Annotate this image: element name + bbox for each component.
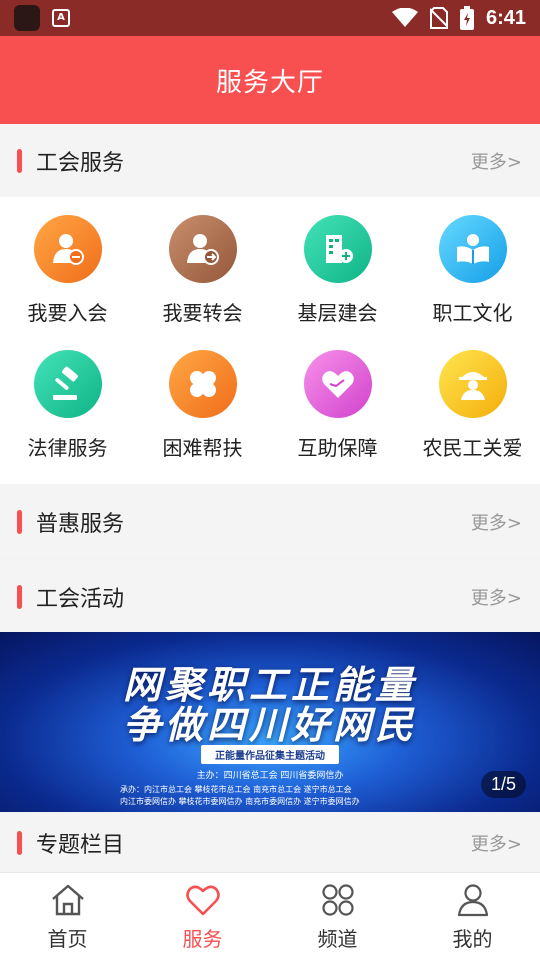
activity-banner[interactable]: 网聚职工正能量 争做四川好网民 正能量作品征集主题活动 主办：四川省总工会 四川… [0,632,540,812]
banner-organizers-2: 内江市委网信办 攀枝花市委网信办 南充市委网信办 遂宁市委网信办 [120,797,360,806]
service-mutual-aid[interactable]: 互助保障 [270,350,405,461]
banner-subtitle: 正能量作品征集主题活动 [0,744,540,764]
wifi-icon [391,8,418,27]
service-label: 我要入会 [27,301,108,325]
section-accent-bar [17,585,22,609]
service-grid: 我要入会 我要转会 基层建会 职工文化 法律服务 困难帮扶 互助保障 农民工关爱 [0,197,540,484]
building-add-icon [303,215,372,283]
banner-host: 主办：四川省总工会 四川省委网信办 [196,771,344,781]
more-link[interactable]: 更多> [471,509,522,535]
banner-headline-2: 争做四川好网民 [122,702,417,747]
service-hardship-aid[interactable]: 困难帮扶 [135,350,270,461]
service-migrant-care[interactable]: 农民工关爱 [405,350,540,461]
more-link[interactable]: 更多> [471,148,522,174]
section-header-benefit-service: 普惠服务 更多> [0,485,540,559]
member-badge-icon [33,215,102,283]
notification-app-icon [14,5,40,31]
section-header-union-service: 工会服务 更多> [0,124,540,198]
service-worker-culture[interactable]: 职工文化 [405,215,540,326]
service-label: 困难帮扶 [162,436,243,460]
bottom-tab-bar: 首页 服务 频道 我的 [0,872,540,960]
service-transfer-union[interactable]: 我要转会 [135,215,270,326]
page-title: 服务大厅 [215,67,324,98]
tab-label: 我的 [452,927,493,951]
service-label: 我要转会 [162,301,243,325]
section-title: 工会活动 [36,587,125,612]
more-link[interactable]: 更多> [471,584,522,610]
section-title: 普惠服务 [36,512,125,537]
banner-page-indicator: 1/5 [480,771,526,798]
section-header-union-activity: 工会活动 更多> [0,560,540,634]
clock: 6:41 [485,6,526,29]
service-label: 农民工关爱 [422,436,523,460]
member-transfer-icon [168,215,237,283]
section-title: 工会服务 [36,151,125,176]
section-accent-bar [17,149,22,173]
text-badge-icon: A [52,9,70,27]
user-icon [457,884,488,917]
home-icon [51,884,84,916]
battery-icon [459,6,474,30]
service-legal[interactable]: 法律服务 [0,350,135,461]
app-header: 服务大厅 [0,36,540,124]
section-title: 专题栏目 [36,833,125,858]
service-label: 职工文化 [432,301,513,325]
banner-organizers-1: 承办：内江市总工会 攀枝花市总工会 南充市总工会 遂宁市总工会 [120,785,352,794]
service-grassroots-union[interactable]: 基层建会 [270,215,405,326]
heart-hand-icon [303,350,372,418]
tab-label: 服务 [182,927,223,951]
gavel-icon [33,350,102,418]
service-join-union[interactable]: 我要入会 [0,215,135,326]
tab-label: 首页 [47,927,88,951]
banner-subtitle-text: 正能量作品征集主题活动 [201,745,339,764]
section-header-special-topics: 专题栏目 更多> [0,814,540,872]
tab-home[interactable]: 首页 [0,873,135,960]
worker-icon [438,350,507,418]
status-bar: A 6:41 [0,0,540,36]
section-accent-bar [17,510,22,534]
channel-grid-icon [321,884,354,916]
tab-channel[interactable]: 频道 [270,873,405,960]
tab-service[interactable]: 服务 [135,873,270,960]
section-accent-bar [17,831,22,855]
heart-icon [185,885,220,916]
tab-label: 频道 [317,927,358,951]
no-sim-icon [429,7,448,29]
more-link[interactable]: 更多> [471,830,522,856]
service-label: 法律服务 [27,436,108,460]
reader-icon [438,215,507,283]
service-label: 互助保障 [297,436,378,460]
service-label: 基层建会 [297,301,378,325]
clover-icon [168,350,237,418]
tab-mine[interactable]: 我的 [405,873,540,960]
